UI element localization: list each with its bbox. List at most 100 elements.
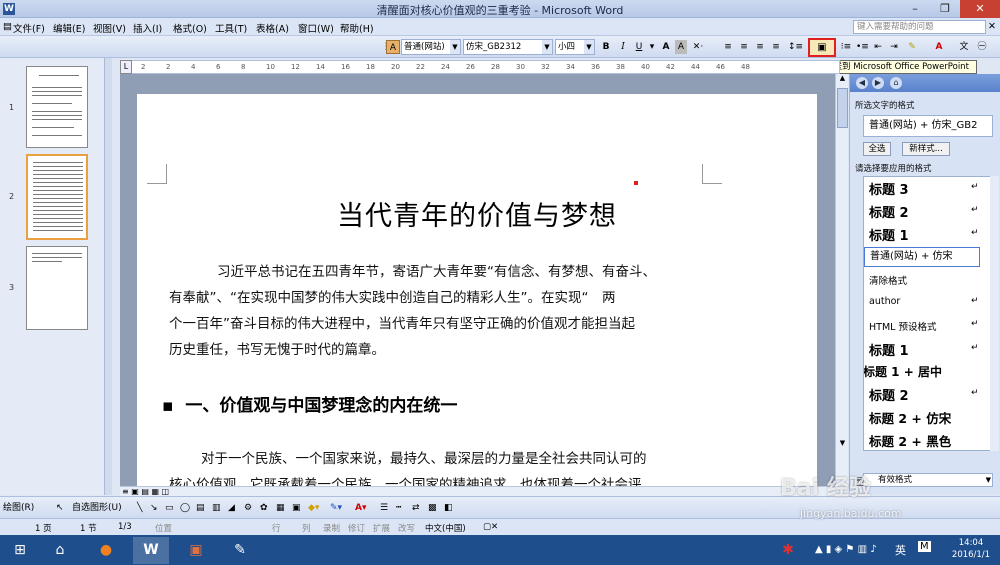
ime-mode-icon[interactable]: M bbox=[918, 541, 931, 552]
home-icon[interactable]: ⌂ bbox=[890, 77, 902, 89]
horizontal-ruler[interactable]: 2 2 4 6 8 10 12 14 16 18 20 22 24 26 28 30 32 34 36 38 40 42 4… bbox=[120, 60, 840, 74]
oval-icon[interactable]: ◯ bbox=[180, 502, 190, 514]
vertical-textbox-icon[interactable]: ▥ bbox=[212, 502, 221, 514]
increase-indent-icon[interactable]: ⇥ bbox=[888, 40, 900, 54]
bullets-icon[interactable]: •≡ bbox=[856, 40, 869, 54]
status-ext[interactable]: 扩展 bbox=[373, 522, 390, 534]
selected-format-box[interactable]: 普通(网站) + 仿宋_GB2 bbox=[863, 115, 993, 137]
menu-format[interactable]: 格式(O) bbox=[173, 21, 207, 35]
align-left-icon[interactable]: ≡ bbox=[722, 40, 734, 54]
line-color-icon[interactable]: ✎▾ bbox=[330, 502, 342, 514]
menu-window[interactable]: 窗口(W) bbox=[298, 21, 334, 35]
char-border-icon[interactable]: A bbox=[660, 40, 672, 54]
draw-menu[interactable]: 绘图(R) bbox=[3, 502, 34, 514]
textbox-icon[interactable]: ▤ bbox=[196, 502, 205, 514]
send-to-powerpoint-button[interactable]: ▣ bbox=[808, 38, 836, 57]
antivirus-tray-icon[interactable]: ✱ bbox=[770, 537, 806, 564]
arrow-style-icon[interactable]: ⇄ bbox=[412, 502, 420, 514]
numbering-icon[interactable]: ⁝≡ bbox=[840, 40, 852, 54]
menu-tools[interactable]: 工具(T) bbox=[215, 21, 247, 35]
clipart-icon[interactable]: ✿ bbox=[260, 502, 268, 514]
style-item[interactable]: 标题 1 ↵ bbox=[869, 225, 979, 244]
paint-taskbar-icon[interactable]: ✎ bbox=[222, 537, 258, 564]
font-color-icon[interactable]: A bbox=[933, 40, 945, 54]
restore-button[interactable]: ❐ bbox=[930, 0, 960, 18]
style-item[interactable]: 标题 2 ↵ bbox=[869, 202, 979, 221]
ime-indicator[interactable]: 英 bbox=[895, 542, 906, 558]
size-combo[interactable]: 小四 ▼ bbox=[555, 39, 595, 55]
menu-help[interactable]: 帮助(H) bbox=[340, 21, 374, 35]
windows-start-icon[interactable]: ⊞ bbox=[2, 537, 38, 564]
close-doc-icon[interactable]: ✕ bbox=[988, 21, 996, 32]
vertical-scrollbar[interactable]: ▲ ▼ bbox=[835, 74, 848, 486]
menu-insert[interactable]: 插入(I) bbox=[133, 21, 162, 35]
style-list[interactable]: 标题 3 ↵ 标题 2 ↵ 标题 1 ↵ 普通(网站) + 仿宋 清除格式 autho… bbox=[863, 176, 993, 451]
chevron-down-icon[interactable]: ▼ bbox=[542, 40, 552, 54]
minimize-button[interactable]: – bbox=[900, 0, 930, 18]
align-right-icon[interactable]: ≡ bbox=[754, 40, 766, 54]
horizontal-scrollbar[interactable]: ≡ ▣ ▤ ▦ ◫ bbox=[120, 486, 835, 496]
tab-stop-selector[interactable]: L bbox=[120, 60, 132, 74]
scroll-thumb[interactable] bbox=[837, 88, 848, 128]
arrow-icon[interactable]: ↘ bbox=[150, 502, 158, 514]
back-icon[interactable]: ◀ bbox=[856, 77, 868, 89]
document-page[interactable]: 当代青年的价值与梦想 习近平总书记在五四青年节，寄语广大青年要“有信念、有梦想、… bbox=[137, 94, 817, 486]
enclose-char-icon[interactable]: ㊀ bbox=[975, 40, 989, 54]
scroll-up-icon[interactable]: ▲ bbox=[837, 74, 848, 86]
picture-icon[interactable]: ▦ bbox=[276, 502, 285, 514]
autoshapes-menu[interactable]: 自选图形(U) bbox=[72, 502, 122, 514]
highlight-icon[interactable]: ✎ bbox=[906, 40, 918, 54]
menu-edit[interactable]: 编辑(E) bbox=[53, 21, 85, 35]
align-center-icon[interactable]: ≡ bbox=[738, 40, 750, 54]
underline-dropdown-icon[interactable]: ▾ bbox=[647, 40, 657, 54]
thumbnail-scrollbar[interactable] bbox=[104, 58, 112, 495]
wordart-icon[interactable]: ◢ bbox=[228, 502, 235, 514]
chevron-down-icon[interactable]: ▼ bbox=[450, 40, 460, 54]
view-buttons-icon[interactable]: ≡ ▣ ▤ ▦ ◫ bbox=[122, 487, 169, 496]
phonetic-icon[interactable]: 文 bbox=[958, 40, 970, 54]
powerpoint-taskbar-icon[interactable]: ▣ bbox=[178, 537, 214, 564]
select-all-button[interactable]: 全选 bbox=[863, 142, 891, 156]
underline-button[interactable]: U bbox=[633, 40, 645, 54]
menu-table[interactable]: 表格(A) bbox=[256, 21, 289, 35]
status-rec[interactable]: 录制 bbox=[323, 522, 340, 534]
style-item[interactable]: 标题 2 + 黑色 bbox=[869, 431, 951, 450]
word-taskbar-icon[interactable]: W bbox=[133, 537, 169, 564]
image-icon[interactable]: ▣ bbox=[292, 502, 301, 514]
char-shading-icon[interactable]: A bbox=[675, 40, 687, 54]
browser-icon[interactable]: ● bbox=[88, 537, 124, 564]
menu-view[interactable]: 视图(V) bbox=[93, 21, 126, 35]
diagram-icon[interactable]: ⚙ bbox=[244, 502, 252, 514]
menu-doc-icon[interactable]: ▤ bbox=[3, 21, 12, 32]
select-objects-icon[interactable]: ↖ bbox=[56, 502, 64, 514]
fill-color-icon[interactable]: ◆▾ bbox=[308, 502, 319, 514]
style-item[interactable]: HTML 预设格式 ↵ bbox=[869, 319, 979, 333]
line-spacing-icon[interactable]: ↕≡ bbox=[788, 40, 803, 54]
font-combo[interactable]: 仿宋_GB2312 ▼ bbox=[463, 39, 553, 55]
clock[interactable]: 14:04 2016/1/1 bbox=[944, 537, 998, 561]
help-search-input[interactable]: 键入需要帮助的问题 bbox=[853, 20, 986, 34]
chevron-down-icon[interactable]: ▼ bbox=[986, 474, 991, 486]
dash-style-icon[interactable]: ┅ bbox=[396, 502, 401, 514]
style-combo[interactable]: 普通(网站) ▼ bbox=[401, 39, 461, 55]
status-ovr[interactable]: 改写 bbox=[398, 522, 415, 534]
close-button[interactable]: ✕ bbox=[960, 0, 1000, 18]
styles-pane-icon[interactable]: A bbox=[386, 40, 400, 54]
style-list-scrollbar[interactable] bbox=[990, 176, 999, 451]
tray-icons[interactable]: ▲ ▮ ◈ ⚑ ▥ ♪ bbox=[815, 544, 877, 555]
home-icon[interactable]: ⌂ bbox=[42, 537, 78, 564]
style-item[interactable]: 标题 2 ↵ bbox=[869, 385, 979, 404]
justify-icon[interactable]: ≡ bbox=[770, 40, 782, 54]
shadow-icon[interactable]: ▩ bbox=[428, 502, 437, 514]
style-item[interactable]: author ↵ bbox=[869, 296, 979, 307]
char-scale-icon[interactable]: ✕· bbox=[690, 40, 706, 54]
bold-button[interactable]: B bbox=[600, 40, 612, 54]
style-item[interactable]: 标题 3 ↵ bbox=[869, 179, 979, 198]
new-style-button[interactable]: 新样式... bbox=[902, 142, 950, 156]
spelling-icon[interactable]: ▢✕ bbox=[483, 522, 498, 532]
line-icon[interactable]: ╲ bbox=[137, 502, 142, 514]
line-style-icon[interactable]: ☰ bbox=[380, 502, 388, 514]
page-thumbnail-2[interactable] bbox=[26, 154, 88, 240]
style-item[interactable]: 标题 1 + 居中 bbox=[864, 363, 942, 380]
style-item[interactable]: 标题 2 + 仿宋 bbox=[869, 408, 951, 427]
